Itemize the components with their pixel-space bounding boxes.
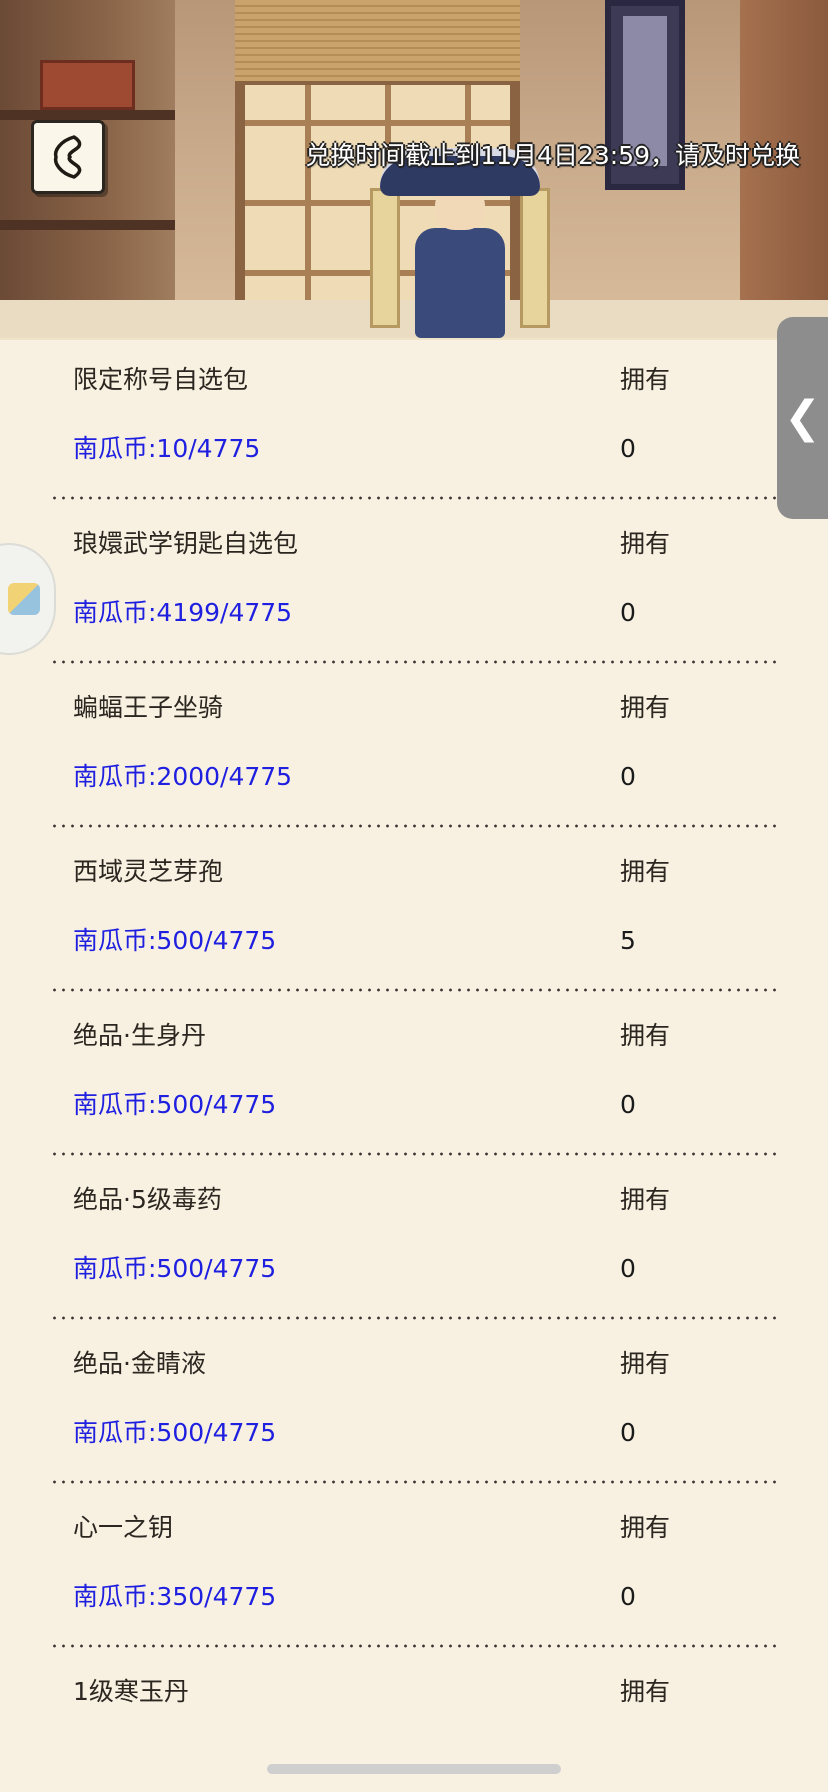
owned-count: 0 bbox=[620, 1090, 636, 1119]
item-price: 南瓜币:10/4775 bbox=[73, 434, 261, 463]
owned-label: 拥有 bbox=[620, 1185, 671, 1214]
item-name: 1级寒玉丹 bbox=[73, 1677, 189, 1706]
header-banner: 兑换时间截止到11月4日23:59，请及时兑换 bbox=[0, 0, 828, 338]
item-price: 南瓜币:2000/4775 bbox=[73, 762, 293, 791]
side-drawer-handle[interactable]: ❮ bbox=[777, 317, 828, 519]
owned-count: 5 bbox=[620, 926, 636, 955]
item-price: 南瓜币:350/4775 bbox=[73, 1582, 277, 1611]
owned-label: 拥有 bbox=[620, 1677, 671, 1706]
list-item[interactable]: 心一之钥 拥有 南瓜币:350/4775 0 bbox=[0, 1488, 828, 1652]
dotted-divider bbox=[50, 496, 780, 500]
item-price: 南瓜币:500/4775 bbox=[73, 1090, 277, 1119]
item-name: 心一之钥 bbox=[73, 1513, 174, 1542]
owned-label: 拥有 bbox=[620, 1349, 671, 1378]
dotted-divider bbox=[50, 1316, 780, 1320]
owned-label: 拥有 bbox=[620, 365, 671, 394]
list-item[interactable]: 绝品·金睛液 拥有 南瓜币:500/4775 0 bbox=[0, 1324, 828, 1488]
list-item[interactable]: 西域灵芝芽孢 拥有 南瓜币:500/4775 5 bbox=[0, 832, 828, 996]
item-name: 蝙蝠王子坐骑 bbox=[73, 693, 224, 722]
owned-label: 拥有 bbox=[620, 1513, 671, 1542]
dotted-divider bbox=[50, 1480, 780, 1484]
dotted-divider bbox=[50, 660, 780, 664]
list-item[interactable]: 绝品·5级毒药 拥有 南瓜币:500/4775 0 bbox=[0, 1160, 828, 1324]
owned-count: 0 bbox=[620, 1582, 636, 1611]
item-name: 琅嬛武学钥匙自选包 bbox=[73, 529, 299, 558]
dotted-divider bbox=[50, 1644, 780, 1648]
assistant-logo-icon bbox=[8, 583, 40, 615]
item-name: 限定称号自选包 bbox=[73, 365, 249, 394]
box-illustration bbox=[40, 60, 135, 110]
owned-label: 拥有 bbox=[620, 529, 671, 558]
character-body bbox=[415, 228, 505, 338]
back-arrow-icon bbox=[53, 135, 82, 179]
owned-count: 0 bbox=[620, 1254, 636, 1283]
owned-count: 0 bbox=[620, 1418, 636, 1447]
item-name: 西域灵芝芽孢 bbox=[73, 857, 224, 886]
item-name: 绝品·5级毒药 bbox=[73, 1185, 222, 1214]
back-button[interactable] bbox=[31, 120, 105, 194]
item-price: 南瓜币:500/4775 bbox=[73, 926, 277, 955]
character-rack-left bbox=[370, 188, 400, 328]
chevron-left-icon: ❮ bbox=[784, 392, 821, 443]
list-item[interactable]: 琅嬛武学钥匙自选包 拥有 南瓜币:4199/4775 0 bbox=[0, 504, 828, 668]
dotted-divider bbox=[50, 1152, 780, 1156]
item-name: 绝品·生身丹 bbox=[73, 1021, 206, 1050]
dotted-divider bbox=[50, 988, 780, 992]
owned-count: 0 bbox=[620, 762, 636, 791]
item-price: 南瓜币:4199/4775 bbox=[73, 598, 293, 627]
list-item[interactable]: 蝙蝠王子坐骑 拥有 南瓜币:2000/4775 0 bbox=[0, 668, 828, 832]
owned-label: 拥有 bbox=[620, 857, 671, 886]
list-item[interactable]: 限定称号自选包 拥有 南瓜币:10/4775 0 bbox=[0, 340, 828, 504]
owned-label: 拥有 bbox=[620, 693, 671, 722]
list-item[interactable]: 绝品·生身丹 拥有 南瓜币:500/4775 0 bbox=[0, 996, 828, 1160]
merchant-character-illustration bbox=[360, 88, 560, 338]
owned-count: 0 bbox=[620, 598, 636, 627]
item-price: 南瓜币:500/4775 bbox=[73, 1254, 277, 1283]
dotted-divider bbox=[50, 824, 780, 828]
character-rack-right bbox=[520, 188, 550, 328]
window-blind-illustration bbox=[235, 0, 520, 85]
item-name: 绝品·金睛液 bbox=[73, 1349, 206, 1378]
home-indicator[interactable] bbox=[267, 1764, 561, 1774]
exchange-list[interactable]: 限定称号自选包 拥有 南瓜币:10/4775 0 琅嬛武学钥匙自选包 拥有 南瓜… bbox=[0, 338, 828, 1792]
item-price: 南瓜币:500/4775 bbox=[73, 1418, 277, 1447]
owned-count: 0 bbox=[620, 434, 636, 463]
deadline-notice: 兑换时间截止到11月4日23:59，请及时兑换 bbox=[305, 141, 800, 170]
owned-label: 拥有 bbox=[620, 1021, 671, 1050]
